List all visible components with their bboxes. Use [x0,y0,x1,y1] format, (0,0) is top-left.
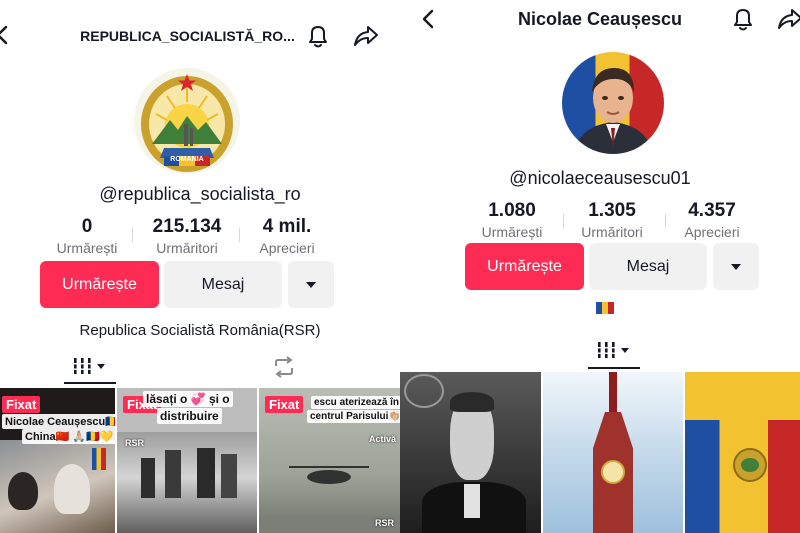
video-caption: centrul Parisului👏🏼👏🏼 [307,410,400,423]
chevron-left-icon [422,9,434,29]
followers-count: 1.305 [588,200,636,221]
page-title: Nicolae Ceaușescu [517,9,683,29]
video-caption: lăsați o 💞 și o [143,391,233,407]
tab-reposts[interactable] [272,356,296,383]
share-button[interactable] [352,23,380,49]
following-stat[interactable]: 1.080 Urmărești [462,200,562,240]
video-thumbnail[interactable]: Fixat Nicolae Ceaușescu🇷🇴 în China🇨🇳 🙏🏼🇷… [0,388,115,533]
avatar[interactable] [562,52,664,154]
portrait-image [574,68,652,154]
likes-label: Aprecieri [259,240,315,256]
emblem-text: ROMANIA [170,156,204,163]
following-label: Urmărești [481,224,543,240]
profile-bio: Republica Socialistă România(RSR) [79,322,321,339]
caret-down-icon [306,281,316,288]
likes-count: 4.357 [688,200,736,221]
pinned-badge: Fixat [2,396,41,413]
followers-stat[interactable]: 215.134 Urmăritori [137,216,237,256]
share-icon [778,9,800,29]
following-label: Urmărești [56,240,118,256]
notification-button[interactable] [305,22,331,50]
grid-icon [74,358,105,374]
grid-icon [598,342,629,358]
video-thumbnail[interactable] [400,372,541,533]
message-button[interactable]: Mesaj [589,243,707,290]
tab-videos[interactable] [596,340,632,365]
followers-label: Urmăritori [156,240,218,256]
following-count: 0 [81,216,93,237]
chevron-left-icon [0,25,8,45]
back-button[interactable] [0,24,10,46]
page-title: REPUBLICA_SOCIALISTĂ_RO... [80,28,295,44]
profile-panel-right: Nicolae Ceaușescu @nicolaeceausescu01 1.… [400,0,800,533]
likes-label: Aprecieri [684,224,740,240]
username-handle: @republica_socialista_ro [99,184,301,204]
watermark-tag: RSR [125,438,145,448]
watermark-tag: Activă [369,434,397,444]
likes-count: 4 mil. [262,216,312,237]
avatar[interactable]: ROMANIA [134,68,240,174]
likes-stat[interactable]: 4.357 Aprecieri [662,200,762,240]
video-caption: distribuire [157,408,222,424]
more-options-button[interactable] [288,261,334,308]
video-thumbnail[interactable] [685,372,800,533]
follow-button[interactable]: Urmărește [465,243,584,290]
profile-bio: 🇷🇴 [596,302,618,316]
followers-stat[interactable]: 1.305 Urmăritori [562,200,662,240]
likes-stat[interactable]: 4 mil. Aprecieri [237,216,337,256]
followers-label: Urmăritori [581,224,643,240]
video-caption: Nicolae Ceaușescu🇷🇴 în [2,414,115,429]
watermark-tag: RSR [375,518,395,528]
bell-icon [734,9,752,31]
caret-down-icon [731,263,741,270]
repost-icon [275,356,293,378]
share-button[interactable] [776,6,800,32]
video-thumbnail[interactable]: Fixat lăsați o 💞 și o distribuire RSR [117,388,257,533]
video-caption: escu aterizează în [311,396,400,409]
more-options-button[interactable] [713,243,759,290]
message-button[interactable]: Mesaj [164,261,282,308]
stat-divider [132,228,133,242]
video-thumbnail[interactable]: Fixat escu aterizează în centrul Parisul… [259,388,400,533]
video-caption: China🇨🇳 🙏🏼🇷🇴💛 [22,429,115,444]
share-icon [354,26,378,46]
tab-videos[interactable] [72,356,108,381]
follow-button[interactable]: Urmărește [40,261,159,308]
username-handle: @nicolaeceausescu01 [509,168,691,188]
notification-button[interactable] [730,5,756,33]
following-count: 1.080 [488,200,536,221]
bell-icon [309,26,327,48]
video-thumbnail[interactable] [543,372,683,533]
profile-panel-left: REPUBLICA_SOCIALISTĂ_RO... ROMANIA @repu… [0,0,400,533]
active-tab-indicator [588,367,640,369]
active-tab-indicator [64,382,116,384]
following-stat[interactable]: 0 Urmărești [37,216,137,256]
followers-count: 215.134 [152,216,222,237]
back-button[interactable] [420,8,436,30]
pinned-badge: Fixat [265,396,304,413]
